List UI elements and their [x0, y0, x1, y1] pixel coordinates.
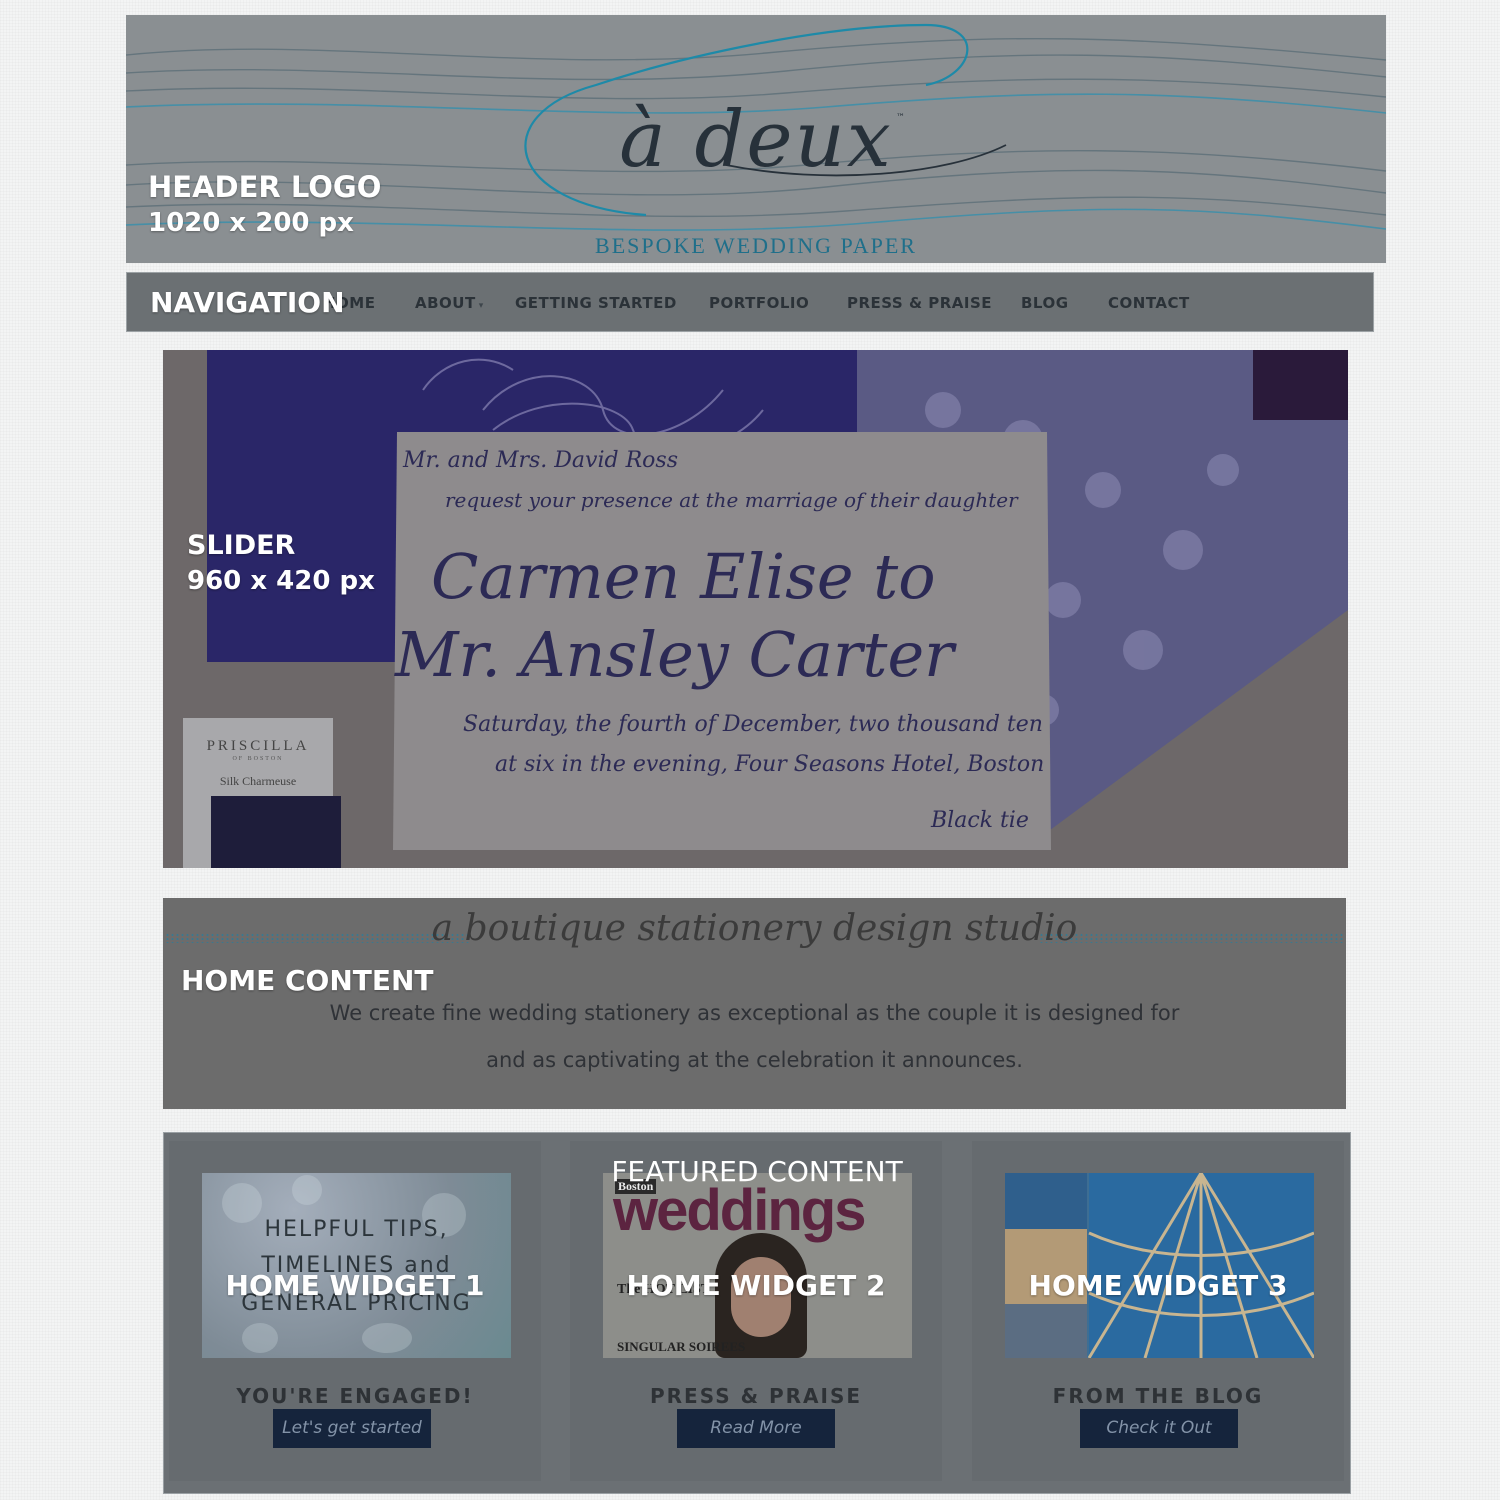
widget-3-title: FROM THE BLOG: [1052, 1384, 1264, 1408]
swatch-name: Silk Charmeuse: [219, 774, 297, 788]
widget-2-label: HOME WIDGET 2: [626, 1269, 886, 1302]
invitation-line-6: at six in the evening, Four Seasons Hote…: [495, 752, 1045, 777]
read-more-button[interactable]: Read More: [677, 1409, 835, 1448]
widget-1-image-line-1: HELPFUL TIPS,: [264, 1217, 449, 1242]
widget-2-image[interactable]: weddings Boston The HOT LIST SINGULAR SO…: [603, 1173, 912, 1358]
widget-3-label: HOME WIDGET 3: [1028, 1269, 1288, 1302]
swatch-fabric: [211, 796, 341, 868]
nav-item-blog[interactable]: BLOG: [1021, 294, 1069, 312]
invitation-line-3: Carmen Elise to: [431, 540, 936, 613]
featured-content-label: FEATURED CONTENT: [611, 1155, 903, 1188]
lets-get-started-button[interactable]: Let's get started: [273, 1409, 431, 1448]
slider-label-title: SLIDER: [187, 530, 296, 561]
fabric-swatch-card: PRISCILLA OF BOSTON Silk Charmeuse: [183, 718, 341, 868]
nav-item-about[interactable]: ABOUT ▾: [415, 294, 484, 312]
studio-tagline: a boutique stationery design studio: [431, 908, 1078, 949]
header-label-title: HEADER LOGO: [148, 170, 382, 204]
home-content-label: HOME CONTENT: [181, 964, 434, 997]
header-label-size: 1020 x 200 px: [148, 208, 354, 238]
nav-item-portfolio[interactable]: PORTFOLIO: [709, 294, 809, 312]
nav-item-press-praise[interactable]: PRESS & PRAISE: [847, 294, 992, 312]
nav-item-about-label: ABOUT: [415, 294, 476, 312]
invitation-line-7: Black tie: [931, 808, 1029, 833]
ceiling-photo: [1005, 1173, 1314, 1358]
image-slider[interactable]: Mr. and Mrs. David Ross request your pre…: [163, 350, 1348, 868]
chevron-down-icon: ▾: [478, 301, 484, 311]
nav-item-contact[interactable]: CONTACT: [1108, 294, 1190, 312]
check-it-out-button[interactable]: Check it Out: [1080, 1409, 1238, 1448]
invitation-line-1: Mr. and Mrs. David Ross: [403, 448, 678, 473]
bokeh-light: [362, 1323, 412, 1353]
slider-label-size: 960 x 420 px: [187, 566, 375, 596]
magazine-cover-line-2: SINGULAR SOIREES: [617, 1339, 746, 1354]
swatch-brand: PRISCILLA: [206, 738, 310, 754]
invitation-line-4: Mr. Ansley Carter: [395, 618, 954, 691]
header-logo-area[interactable]: à deux ™ BESPOKE WEDDING PAPER HEADER LO…: [126, 15, 1386, 263]
bokeh-light: [242, 1323, 278, 1353]
widget-2-title: PRESS & PRAISE: [649, 1384, 863, 1408]
widget-1-label: HOME WIDGET 1: [225, 1269, 485, 1302]
intro-text-line-2: and as captivating at the celebration it…: [486, 1048, 1023, 1072]
trademark-symbol: ™: [896, 113, 905, 123]
widget-3-image[interactable]: [1005, 1173, 1314, 1358]
invitation-line-5: Saturday, the fourth of December, two th…: [463, 712, 1043, 737]
featured-content-section: HELPFUL TIPS, TIMELINES and GENERAL PRIC…: [163, 1132, 1351, 1494]
swatch-subtitle: OF BOSTON: [232, 756, 284, 762]
intro-text-line-1: We create fine wedding stationery as exc…: [329, 1001, 1180, 1025]
home-widget-1: HELPFUL TIPS, TIMELINES and GENERAL PRIC…: [169, 1141, 541, 1481]
home-widget-2: weddings Boston The HOT LIST SINGULAR SO…: [570, 1141, 942, 1481]
navigation-label: NAVIGATION: [150, 286, 345, 319]
main-navigation: HOME ABOUT ▾ GETTING STARTED PORTFOLIO PR…: [126, 272, 1374, 332]
home-widget-3: HOME WIDGET 3 FROM THE BLOG Check it Out: [972, 1141, 1344, 1481]
invitation-line-2: request your presence at the marriage of…: [445, 488, 1018, 512]
nav-item-getting-started[interactable]: GETTING STARTED: [515, 294, 677, 312]
widget-1-title: YOU'RE ENGAGED!: [236, 1384, 474, 1408]
home-content-section: a boutique stationery design studio HOME…: [163, 898, 1346, 1109]
widget-1-image[interactable]: HELPFUL TIPS, TIMELINES and GENERAL PRIC…: [202, 1173, 511, 1358]
